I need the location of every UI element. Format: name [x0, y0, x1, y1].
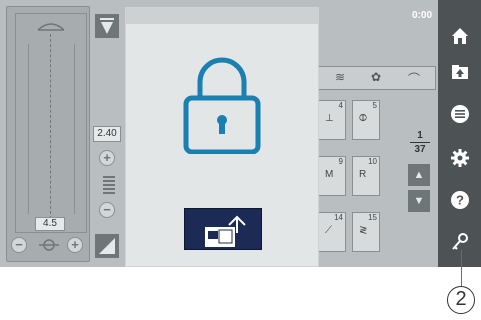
- fraction-bar: [410, 142, 430, 143]
- right-guide-line: [74, 44, 75, 214]
- tab-decorative-icon[interactable]: ✿: [363, 70, 389, 86]
- page-indicator: 1 37: [408, 130, 432, 155]
- svg-text:?: ?: [456, 193, 464, 208]
- stitch-pattern-icon: ≷: [359, 225, 368, 236]
- sewing-machine-screen: 4.5 − + 2.40 + − 0:00 ≋ ✿ ⌒ 4 ⊥ 5 ⦷ 9 M …: [0, 0, 481, 267]
- stitch-number: 5: [372, 101, 377, 110]
- help-icon[interactable]: ?: [448, 188, 472, 212]
- stitch-pattern-icon: ⊥: [325, 113, 334, 124]
- callout-number: 2: [447, 286, 475, 314]
- stitch-glyph: R: [359, 169, 367, 180]
- stitch-category-tabs: ≋ ✿ ⌒: [318, 66, 436, 90]
- stitch-number: 10: [368, 157, 377, 166]
- sidebar: ?: [438, 0, 481, 267]
- edit-button[interactable]: [95, 234, 119, 258]
- width-minus-button[interactable]: −: [99, 202, 115, 218]
- needle-up-button[interactable]: [95, 14, 119, 38]
- presser-foot-view: [15, 13, 87, 233]
- stitch-number: 9: [338, 157, 343, 166]
- lock-icon: [183, 57, 261, 154]
- needle-left-button[interactable]: −: [11, 237, 27, 253]
- dialog-header: [126, 8, 318, 24]
- triangle-down-icon: ▼: [413, 195, 425, 207]
- needle-position-line: [50, 34, 51, 224]
- needle-right-button[interactable]: +: [67, 237, 83, 253]
- screen-lock-dialog: [125, 7, 319, 267]
- stitch-item[interactable]: 15 ≷: [352, 212, 380, 252]
- key-icon[interactable]: [448, 230, 472, 254]
- needle-position-value: 4.5: [35, 217, 65, 231]
- needle-center-icon[interactable]: [39, 236, 59, 254]
- stitch-width-column: 2.40 + −: [93, 6, 125, 262]
- needle-up-icon: [100, 18, 114, 34]
- stitch-item[interactable]: 4 ⊥: [318, 100, 346, 140]
- stitch-pattern-icon: ⟋: [325, 225, 332, 236]
- current-page: 1: [417, 130, 423, 141]
- upload-icon[interactable]: [448, 60, 472, 84]
- stitch-item[interactable]: 9M: [318, 156, 346, 196]
- home-icon[interactable]: [448, 24, 472, 48]
- stitch-number: 15: [368, 213, 377, 222]
- stitch-number: 4: [338, 101, 343, 110]
- gear-icon[interactable]: [448, 146, 472, 170]
- page-up-button[interactable]: ▲: [408, 164, 430, 186]
- total-pages: 37: [414, 144, 426, 155]
- stitch-pattern-icon: ⦷: [359, 113, 367, 124]
- menu-icon[interactable]: [448, 102, 472, 126]
- callout-line: [461, 250, 462, 286]
- unlock-screen-button[interactable]: [184, 208, 262, 250]
- stitch-item[interactable]: 14 ⟋: [318, 212, 346, 252]
- stitch-width-value: 2.40: [93, 126, 121, 142]
- width-bar-icon: [103, 176, 115, 194]
- stitch-item[interactable]: 10 R: [352, 156, 380, 196]
- width-plus-button[interactable]: +: [99, 150, 115, 166]
- stitch-number: 14: [334, 213, 343, 222]
- tab-clothing-icon[interactable]: ⌒: [401, 70, 427, 86]
- stitch-selection-area: 0:00 ≋ ✿ ⌒ 4 ⊥ 5 ⦷ 9M 10 R 14 ⟋ 15 ≷ 1 37 ▲ ▼: [318, 6, 436, 262]
- unlock-screen-icon: [205, 215, 246, 247]
- timer: 0:00: [411, 10, 432, 21]
- stitch-item[interactable]: 5 ⦷: [352, 100, 380, 140]
- presser-foot-icon: [37, 23, 65, 31]
- page-down-button[interactable]: ▼: [408, 190, 430, 212]
- presser-foot-panel: 4.5 − +: [6, 6, 90, 262]
- left-guide-line: [28, 44, 29, 214]
- edit-icon: [99, 238, 115, 254]
- tab-utility-icon[interactable]: ≋: [327, 70, 353, 86]
- triangle-up-icon: ▲: [413, 169, 425, 181]
- stitch-glyph: M: [325, 169, 334, 180]
